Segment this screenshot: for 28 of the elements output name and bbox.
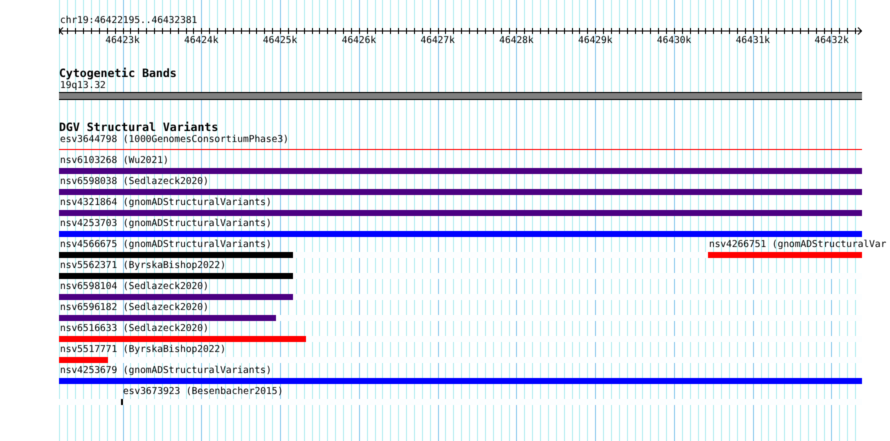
feature-label: nsv4566675 (gnomADStructuralVariants) [59, 239, 272, 251]
tick-label: 46432k [814, 35, 849, 47]
feature-label: nsv5562371 (ByrskaBishop2022) [59, 260, 226, 272]
tick-label: 46427k [420, 35, 455, 47]
band-label: 19q13.32 [59, 80, 106, 92]
track-title: Cytogenetic Bands [59, 67, 177, 80]
feature-label: nsv4253703 (gnomADStructuralVariants) [59, 218, 272, 230]
feature-label: esv3673923 (Besenbacher2015) [122, 386, 284, 398]
feature-label: nsv6103268 (Wu2021) [59, 155, 169, 167]
track-title: DGV Structural Variants [59, 121, 218, 134]
feature-label: nsv6596182 (Sedlazeck2020) [59, 302, 209, 314]
feature-label: esv3644798 (1000GenomesConsortiumPhase3) [59, 134, 289, 146]
tick-label: 46431k [736, 35, 770, 47]
tick-label: 46425k [262, 35, 298, 47]
tick-label: 46430k [656, 35, 692, 47]
feature-label: nsv5517771 (ByrskaBishop2022) [59, 344, 226, 356]
tick-label: 46424k [184, 35, 218, 47]
feature-label: nsv6516633 (Sedlazeck2020) [59, 323, 209, 335]
feature-label: nsv4253679 (gnomADStructuralVariants) [59, 365, 272, 377]
tick-label: 46429k [578, 35, 612, 47]
locus-label: chr19:46422195..46432381 [59, 14, 198, 27]
feature-label: nsv4266751 (gnomADStructuralVar [708, 239, 886, 251]
tick-label: 46426k [342, 35, 376, 47]
feature-label: nsv6598104 (Sedlazeck2020) [59, 281, 209, 293]
feature-label: nsv6598038 (Sedlazeck2020) [59, 176, 209, 188]
feature-label: nsv4321864 (gnomADStructuralVariants) [59, 197, 272, 209]
tick-label: 46423k [105, 35, 140, 47]
tick-label: 46428k [499, 35, 534, 47]
